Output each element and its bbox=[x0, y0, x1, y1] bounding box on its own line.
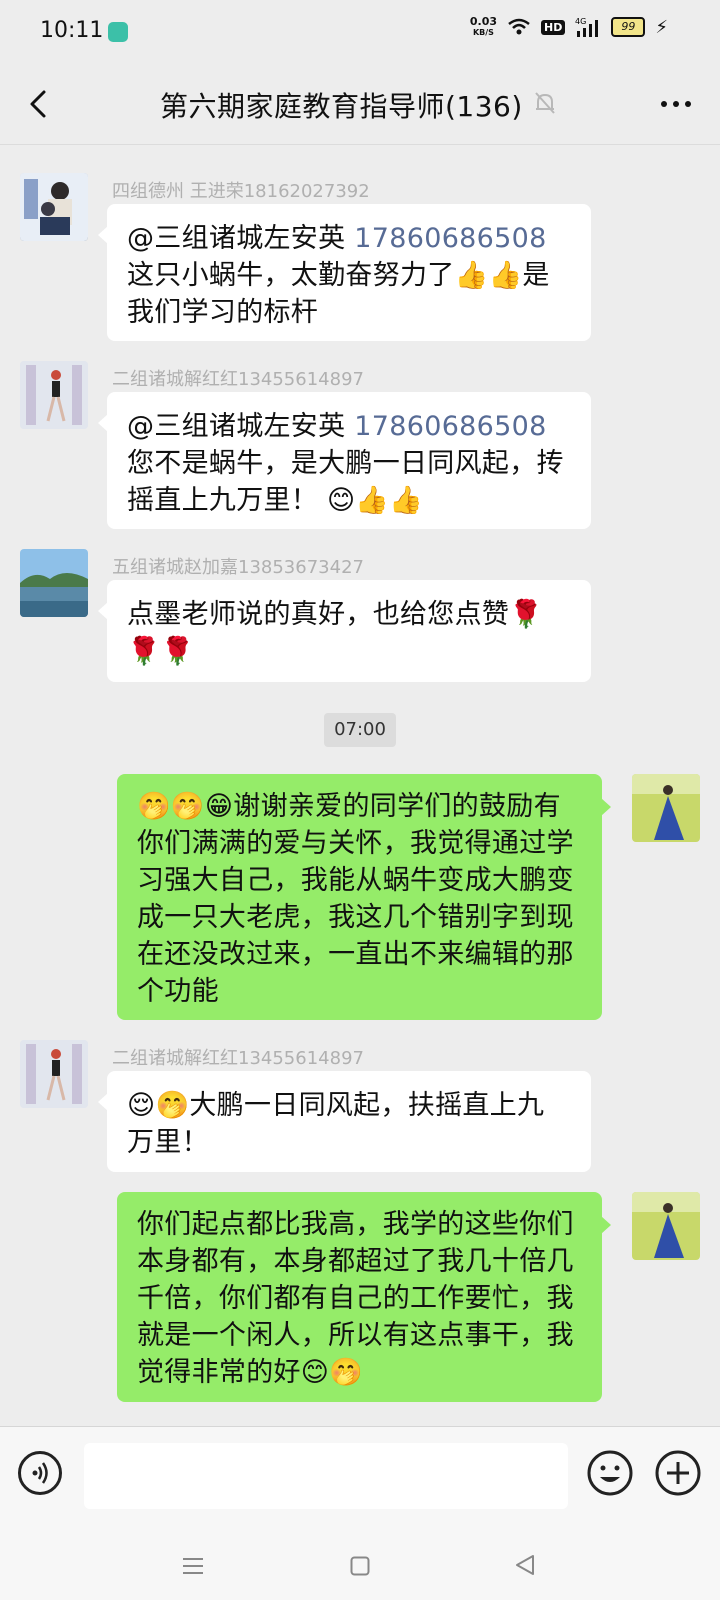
hd-badge: HD bbox=[541, 19, 566, 35]
page-title: 第六期家庭教育指导师(136) bbox=[160, 90, 523, 123]
message-bubble[interactable]: 😌🤭大鹏一日同风起，扶摇直上九万里！ bbox=[98, 1071, 591, 1172]
sender-name: 二组诸城解红红13455614897 bbox=[112, 1048, 364, 1069]
app-notification-icon bbox=[108, 22, 128, 42]
home-button[interactable] bbox=[350, 1556, 370, 1580]
message-bubble[interactable]: 🤭🤭😁谢谢亲爱的同学们的鼓励有你们满满的爱与关怀，我觉得通过学习强大自己，我能从… bbox=[117, 774, 611, 1020]
voice-icon bbox=[32, 1462, 48, 1484]
avatar[interactable] bbox=[632, 774, 700, 842]
avatar-image bbox=[20, 361, 88, 429]
timestamp: 07:00 bbox=[324, 713, 396, 747]
avatar[interactable] bbox=[20, 549, 88, 617]
message-text: @三组诸城左安英 bbox=[127, 223, 355, 254]
menu-lines-icon bbox=[183, 1558, 203, 1574]
system-navigation-bar bbox=[0, 1530, 720, 1600]
emoji-icon bbox=[587, 1450, 633, 1496]
message-text: @三组诸城左安英 bbox=[127, 411, 355, 442]
recent-apps-button[interactable] bbox=[182, 1556, 204, 1580]
status-time: 10:11 bbox=[40, 18, 104, 43]
charging-icon: ⚡ bbox=[655, 16, 668, 38]
sender-name: 四组德州 王进荣18162027392 bbox=[112, 181, 370, 202]
status-indicators: 0.03 KB/S HD 4G 99 ⚡ bbox=[470, 16, 668, 38]
more-options-button[interactable] bbox=[658, 86, 694, 122]
home-square-icon bbox=[350, 1556, 370, 1576]
message-text: 这只小蜗牛，太勤奋努力了👍👍是我们学习的标杆 bbox=[127, 260, 550, 328]
status-bar: 10:11 0.03 KB/S HD 4G 99 ⚡ bbox=[0, 0, 720, 64]
phone-link[interactable]: 17860686508 bbox=[354, 223, 546, 254]
back-button[interactable] bbox=[20, 84, 60, 124]
system-back-button[interactable] bbox=[514, 1554, 536, 1580]
message-bubble[interactable]: @三组诸城左安英 17860686508 这只小蜗牛，太勤奋努力了👍👍是我们学习… bbox=[98, 204, 591, 341]
avatar-image bbox=[20, 549, 88, 617]
triangle-back-icon bbox=[516, 1555, 534, 1575]
avatar[interactable] bbox=[20, 361, 88, 429]
network-speed-value: 0.03 bbox=[469, 15, 498, 28]
message-list[interactable]: 四组德州 王进荣18162027392 @三组诸城左安英 17860686508… bbox=[0, 145, 720, 1425]
message-text: 🤭🤭😁谢谢亲爱的同学们的鼓励有你们满满的爱与关怀，我觉得通过学习强大自己，我能从… bbox=[137, 791, 574, 1007]
voice-input-button[interactable] bbox=[18, 1451, 62, 1495]
avatar[interactable] bbox=[20, 1040, 88, 1108]
message-text: 你们起点都比我高，我学的这些你们本身都有，本身都超过了我几十倍几千倍，你们都有自… bbox=[137, 1209, 574, 1388]
mute-bell-icon bbox=[535, 92, 555, 114]
chevron-left-icon bbox=[30, 90, 46, 118]
sender-name: 五组诸城赵加嘉13853673427 bbox=[112, 557, 364, 578]
network-speed-unit: KB/S bbox=[472, 28, 494, 37]
message-bubble[interactable]: @三组诸城左安英 17860686508 您不是蜗牛，是大鹏一日同风起，抟摇直上… bbox=[98, 392, 591, 529]
message-bubble[interactable]: 你们起点都比我高，我学的这些你们本身都有，本身都超过了我几十倍几千倍，你们都有自… bbox=[117, 1192, 611, 1402]
sender-name: 二组诸城解红红13455614897 bbox=[112, 369, 364, 390]
network-type: 4G bbox=[575, 17, 586, 26]
chat-header: 第六期家庭教育指导师(136) bbox=[0, 64, 720, 145]
avatar[interactable] bbox=[20, 173, 88, 241]
battery-indicator: 99 bbox=[611, 17, 646, 37]
avatar[interactable] bbox=[632, 1192, 700, 1260]
plus-icon bbox=[655, 1450, 701, 1496]
avatar-image bbox=[632, 774, 700, 842]
wifi-icon bbox=[508, 18, 530, 35]
message-text: 😌🤭大鹏一日同风起，扶摇直上九万里！ bbox=[127, 1090, 545, 1158]
avatar-image bbox=[632, 1192, 700, 1260]
message-text: 点墨老师说的真好，也给您点赞🌹🌹🌹 bbox=[127, 599, 544, 667]
cellular-signal-icon: 4G bbox=[575, 17, 599, 37]
message-bubble[interactable]: 点墨老师说的真好，也给您点赞🌹🌹🌹 bbox=[98, 580, 591, 682]
message-text: 您不是蜗牛，是大鹏一日同风起，抟摇直上九万里！ 😊👍👍 bbox=[127, 448, 564, 516]
emoji-button[interactable] bbox=[586, 1449, 634, 1497]
avatar-image bbox=[20, 1040, 88, 1108]
input-bar bbox=[0, 1426, 720, 1531]
message-input[interactable] bbox=[84, 1443, 568, 1509]
network-speed: 0.03 KB/S bbox=[470, 16, 497, 38]
phone-link[interactable]: 17860686508 bbox=[354, 411, 546, 442]
more-dots-icon bbox=[661, 101, 691, 107]
more-functions-button[interactable] bbox=[654, 1449, 702, 1497]
avatar-image bbox=[20, 173, 88, 241]
